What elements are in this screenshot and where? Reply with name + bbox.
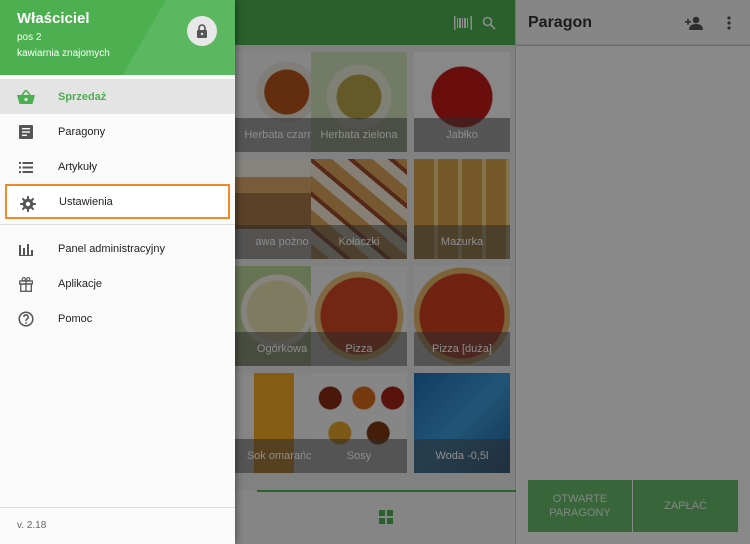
menu-item-articles[interactable]: Artykuły (0, 149, 235, 184)
menu-item-label: Artykuły (58, 160, 98, 173)
bar-chart-icon (17, 240, 35, 258)
menu-item-label: Aplikacje (58, 277, 103, 290)
user-name: Właściciel (17, 10, 90, 27)
menu-item-label: Sprzedaż (58, 90, 107, 103)
menu-item-sales[interactable]: Sprzedaż (0, 79, 235, 114)
menu-item-receipts[interactable]: Paragony (0, 114, 235, 149)
gear-icon (19, 195, 37, 213)
menu-item-label: Ustawienia (59, 195, 113, 208)
help-icon (17, 310, 35, 328)
menu-item-help[interactable]: Pomoc (0, 301, 235, 336)
list-icon (17, 158, 35, 176)
version-separator (0, 507, 235, 508)
navigation-drawer: Właściciel pos 2 kawiarnia znajomych Spr… (0, 0, 235, 544)
menu-item-settings[interactable]: Ustawienia (5, 184, 230, 219)
drawer-menu: Sprzedaż Paragony Artykuły Ustawienia Pa… (0, 79, 235, 336)
drawer-header: Właściciel pos 2 kawiarnia znajomych (0, 0, 235, 75)
menu-item-label: Pomoc (58, 312, 93, 325)
menu-item-label: Panel administracyjny (58, 242, 165, 255)
menu-item-admin-panel[interactable]: Panel administracyjny (0, 231, 235, 266)
venue-label: kawiarnia znajomych (17, 48, 110, 59)
lock-icon (197, 24, 207, 38)
lock-button[interactable] (187, 16, 217, 46)
receipts-icon (17, 123, 35, 141)
menu-item-label: Paragony (58, 125, 106, 138)
basket-icon (17, 88, 35, 106)
app-version: v. 2.18 (17, 520, 47, 531)
gift-icon (17, 275, 35, 293)
drawer-scrim[interactable] (235, 0, 750, 544)
menu-item-apps[interactable]: Aplikacje (0, 266, 235, 301)
pos-label: pos 2 (17, 32, 42, 43)
menu-separator (0, 224, 235, 225)
